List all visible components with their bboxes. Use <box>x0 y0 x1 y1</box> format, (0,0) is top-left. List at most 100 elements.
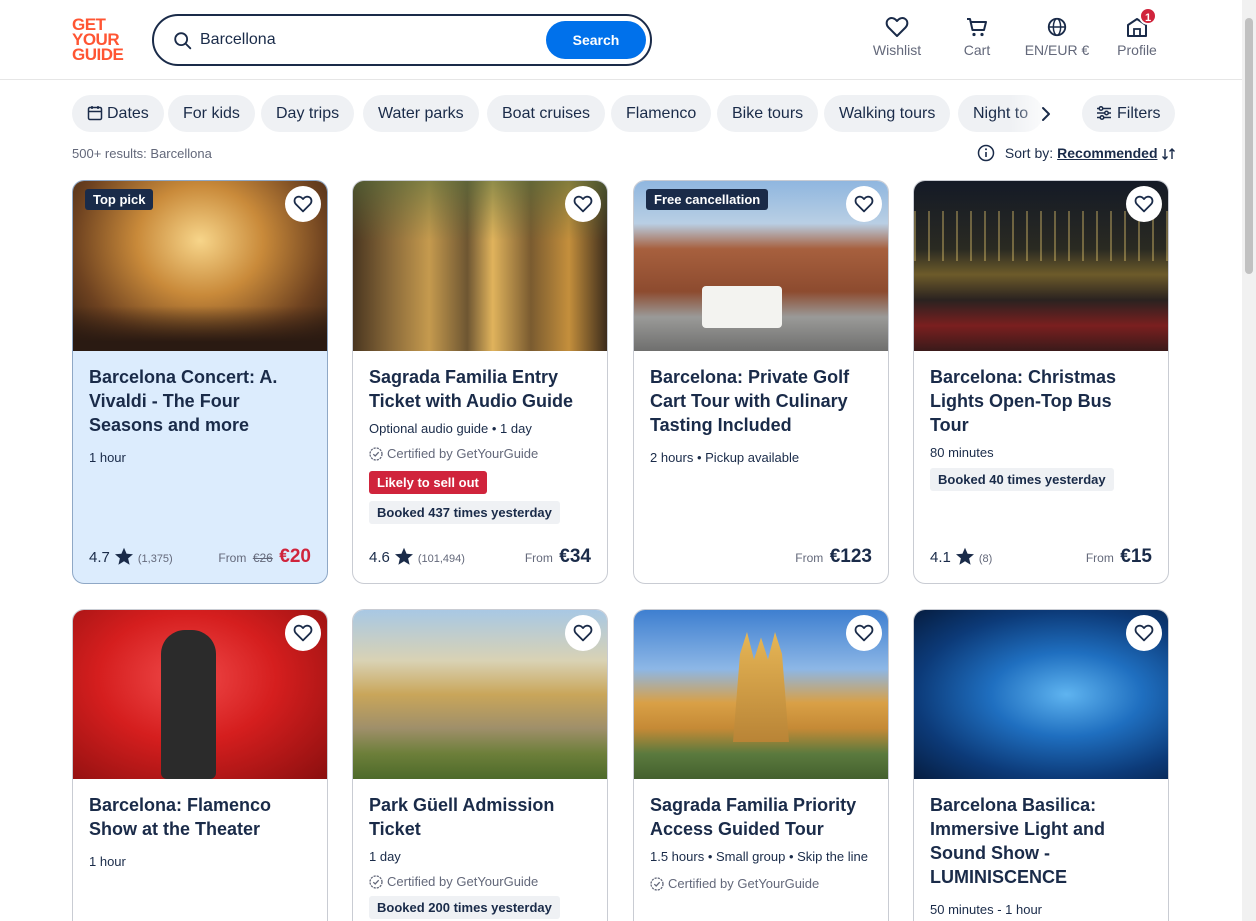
search-input[interactable] <box>200 26 540 54</box>
site-header: GET YOUR GUIDE Search Wishlist Cart EN/E… <box>0 0 1242 80</box>
cart-icon <box>967 18 987 37</box>
card-footer: 4.1 (8) From €15 <box>930 542 1152 568</box>
activity-card-golf-cart-tour[interactable]: Free cancellation Barcelona: Private Gol… <box>633 180 889 584</box>
activity-image[interactable] <box>353 181 607 351</box>
wishlist-button[interactable] <box>285 615 321 651</box>
star-icon <box>114 547 133 565</box>
activity-card-sagrada-priority[interactable]: Sagrada Familia Priority Access Guided T… <box>633 609 889 921</box>
activity-image[interactable]: Free cancellation <box>634 181 888 351</box>
results-count: 500+ results: Barcellona <box>72 146 212 161</box>
card-body: Sagrada Familia Entry Ticket with Audio … <box>353 351 607 524</box>
search-button[interactable]: Search <box>546 21 646 59</box>
free-cancellation-badge: Free cancellation <box>646 189 769 210</box>
sort-control[interactable]: Sort by: Recommended <box>977 144 1177 162</box>
wishlist-button[interactable] <box>565 186 601 222</box>
heart-icon <box>293 624 313 642</box>
activity-image[interactable] <box>914 610 1168 779</box>
activity-title[interactable]: Sagrada Familia Priority Access Guided T… <box>650 793 872 841</box>
chip-flamenco[interactable]: Flamenco <box>611 95 712 132</box>
image-shade <box>73 306 327 351</box>
chip-for-kids[interactable]: For kids <box>168 95 255 132</box>
rating-value: 4.1 <box>930 549 951 566</box>
chip-label: Day trips <box>276 105 340 122</box>
activity-title[interactable]: Barcelona Basilica: Immersive Light and … <box>930 793 1152 889</box>
certified-label: Certified by GetYourGuide <box>650 876 872 891</box>
activity-meta: 1.5 hours • Small group • Skip the line <box>650 849 868 864</box>
rating-count: (8) <box>978 553 993 565</box>
booked-badge: Booked 200 times yesterday <box>369 896 560 919</box>
nav-wishlist-label: Wishlist <box>872 42 922 58</box>
wishlist-button[interactable] <box>285 186 321 222</box>
activity-title[interactable]: Barcelona: Private Golf Cart Tour with C… <box>650 365 872 437</box>
scrollbar-thumb[interactable] <box>1245 18 1253 274</box>
activity-title[interactable]: Barcelona Concert: A. Vivaldi - The Four… <box>89 365 311 437</box>
chip-day-trips[interactable]: Day trips <box>261 95 355 132</box>
search-bar: Search <box>152 14 652 66</box>
chip-bike-tours[interactable]: Bike tours <box>717 95 819 132</box>
activity-meta: Optional audio guide • 1 day <box>369 421 532 436</box>
activity-title[interactable]: Park Güell Admission Ticket <box>369 793 591 841</box>
wishlist-button[interactable] <box>846 615 882 651</box>
info-icon[interactable] <box>977 144 995 162</box>
activity-title[interactable]: Barcelona: Flamenco Show at the Theater <box>89 793 311 841</box>
category-chips: Dates For kids Day trips Water parks Boa… <box>72 95 1170 133</box>
card-body: Barcelona: Christmas Lights Open-Top Bus… <box>914 351 1168 491</box>
activity-image[interactable] <box>73 610 327 779</box>
wishlist-button[interactable] <box>1126 186 1162 222</box>
wishlist-button[interactable] <box>846 186 882 222</box>
rating: 4.7 (1,375) <box>89 547 173 566</box>
card-body: Sagrada Familia Priority Access Guided T… <box>634 779 888 891</box>
notification-badge: 1 <box>1139 7 1157 25</box>
price-from-label: From <box>1085 551 1114 565</box>
nav-locale[interactable]: EN/EUR € <box>1022 16 1092 64</box>
activity-image[interactable]: Top pick <box>73 181 327 351</box>
activity-image[interactable] <box>634 610 888 779</box>
getyourguide-logo[interactable]: GET YOUR GUIDE <box>72 16 130 63</box>
chip-boat-cruises[interactable]: Boat cruises <box>487 95 606 132</box>
rating-value: 4.6 <box>369 549 390 566</box>
sort-value[interactable]: Recommended <box>1057 145 1157 161</box>
filters-button[interactable]: Filters <box>1082 95 1175 132</box>
card-body: Park Güell Admission Ticket 1 day Certif… <box>353 779 607 919</box>
certified-icon <box>369 447 383 461</box>
search-icon <box>174 32 192 50</box>
activity-meta: 1 day <box>369 849 401 864</box>
price: From €15 <box>1086 546 1152 568</box>
activity-title[interactable]: Barcelona: Christmas Lights Open-Top Bus… <box>930 365 1152 437</box>
booked-badge: Booked 40 times yesterday <box>930 468 1114 491</box>
filters-label: Filters <box>1117 105 1161 122</box>
star-icon <box>394 547 413 565</box>
certified-label: Certified by GetYourGuide <box>369 446 591 461</box>
wishlist-button[interactable] <box>1126 615 1162 651</box>
certified-label: Certified by GetYourGuide <box>369 874 591 889</box>
top-pick-badge: Top pick <box>85 189 154 210</box>
heart-icon <box>293 195 313 213</box>
activity-card-flamenco-show[interactable]: Barcelona: Flamenco Show at the Theater … <box>72 609 328 921</box>
chip-label: For kids <box>183 105 240 122</box>
price-from-label: From <box>524 551 553 565</box>
activity-card-park-guell[interactable]: Park Güell Admission Ticket 1 day Certif… <box>352 609 608 921</box>
activity-meta: 50 minutes - 1 hour <box>930 902 1043 917</box>
price-value: €34 <box>559 546 591 567</box>
activity-image[interactable] <box>353 610 607 779</box>
nav-profile[interactable]: 1 Profile <box>1115 7 1159 64</box>
nav-wishlist[interactable]: Wishlist <box>872 16 922 64</box>
rating-value: 4.7 <box>89 549 110 566</box>
activity-card-sagrada-familia-entry[interactable]: Sagrada Familia Entry Ticket with Audio … <box>352 180 608 584</box>
activity-title[interactable]: Sagrada Familia Entry Ticket with Audio … <box>369 365 591 413</box>
activity-card-christmas-lights-bus[interactable]: Barcelona: Christmas Lights Open-Top Bus… <box>913 180 1169 584</box>
wishlist-button[interactable] <box>565 615 601 651</box>
nav-cart[interactable]: Cart <box>957 16 997 64</box>
chip-walking-tours[interactable]: Walking tours <box>824 95 951 132</box>
activity-card-vivaldi-concert[interactable]: Top pick Barcelona Concert: A. Vivaldi -… <box>72 180 328 584</box>
chevron-right-icon[interactable] <box>1036 104 1056 124</box>
chip-water-parks[interactable]: Water parks <box>363 95 479 132</box>
activity-image[interactable] <box>914 181 1168 351</box>
chip-dates[interactable]: Dates <box>72 95 164 132</box>
certified-text: Certified by GetYourGuide <box>387 874 539 889</box>
activity-card-luminiscence[interactable]: Barcelona Basilica: Immersive Light and … <box>913 609 1169 921</box>
card-body: Barcelona Basilica: Immersive Light and … <box>914 779 1168 918</box>
star-icon <box>955 547 974 565</box>
certified-icon <box>650 877 664 891</box>
activity-meta: 1 hour <box>89 854 126 869</box>
